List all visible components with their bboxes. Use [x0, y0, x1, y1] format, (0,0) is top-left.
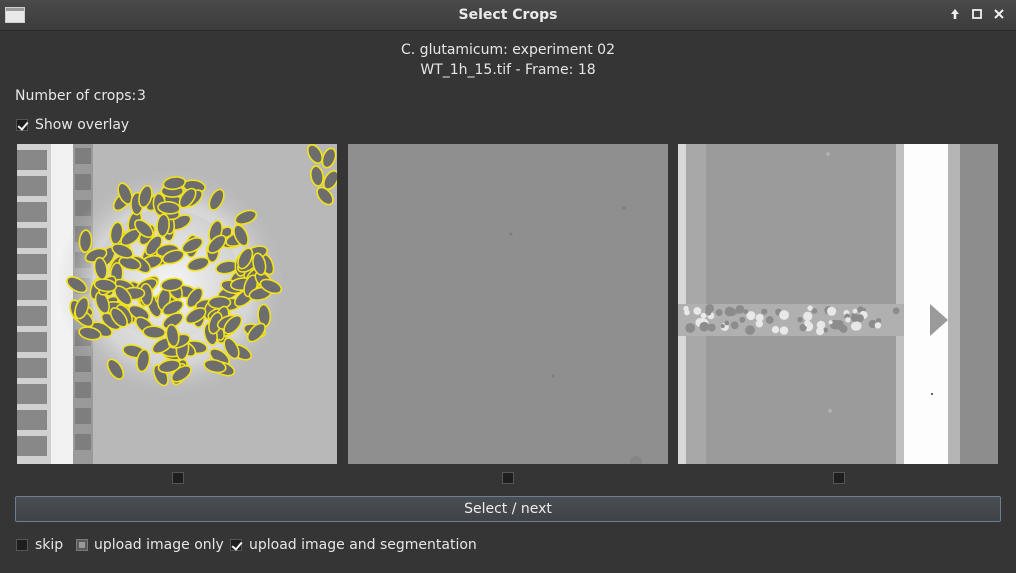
maximize-icon[interactable] [968, 5, 986, 23]
crop-3-checkbox[interactable] [833, 472, 845, 484]
title-bar: Select Crops [0, 0, 1016, 31]
window-title: Select Crops [458, 7, 558, 23]
skip-label: skip [35, 537, 64, 553]
window-controls [946, 5, 1008, 23]
crop-1-checkbox[interactable] [172, 472, 184, 484]
file-frame-label: WT_1h_15.tif - Frame: 18 [420, 62, 596, 78]
show-overlay-checkbox[interactable] [16, 119, 28, 131]
num-crops-label: Number of crops: [15, 88, 137, 104]
show-overlay-label: Show overlay [35, 117, 130, 133]
close-icon[interactable] [990, 5, 1008, 23]
skip-checkbox[interactable] [16, 539, 28, 551]
crop-2-checkbox[interactable] [502, 472, 514, 484]
upload-image-only-checkbox[interactable] [76, 539, 88, 551]
crop-image-3[interactable] [678, 144, 998, 464]
select-next-button[interactable]: Select / next [15, 496, 1001, 522]
upload-image-only-label: upload image only [94, 537, 224, 553]
upload-image-and-segmentation-checkbox[interactable] [230, 539, 242, 551]
experiment-title: C. glutamicum: experiment 02 [401, 42, 615, 58]
upload-image-and-segmentation-label: upload image and segmentation [249, 537, 477, 553]
crop-image-2[interactable] [348, 144, 668, 464]
crop-image-1[interactable] [17, 144, 337, 464]
keep-above-icon[interactable] [946, 5, 964, 23]
num-crops-value[interactable]: 3 [137, 88, 146, 104]
